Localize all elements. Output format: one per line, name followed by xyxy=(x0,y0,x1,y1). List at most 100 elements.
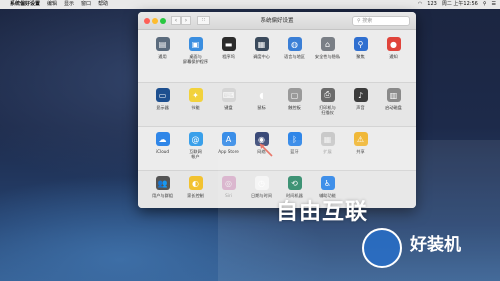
pane-notifications[interactable]: ● 通知 xyxy=(377,32,410,77)
pane-keyboard[interactable]: ⌨ 键盘 xyxy=(212,83,245,127)
pane-date-time[interactable]: ◷ 日期与时间 xyxy=(245,171,278,208)
menu-window[interactable]: 窗口 xyxy=(81,0,91,9)
pane-energy[interactable]: ✦ 节能 xyxy=(179,83,212,127)
pane-label: 节能 xyxy=(191,105,200,110)
pane-label: 聚焦 xyxy=(356,54,365,59)
watermark-logo-icon xyxy=(362,228,402,268)
pane-printer[interactable]: ⎙ 打印机与 扫描仪 xyxy=(311,83,344,127)
users-icon: 👥 xyxy=(155,176,170,190)
internet-accounts-icon: @ xyxy=(188,132,203,146)
pane-label: App Store xyxy=(218,149,239,154)
pane-siri[interactable]: ◎ Siri xyxy=(212,171,245,208)
pane-security[interactable]: ⌂ 安全性与隐私 xyxy=(311,32,344,77)
annotation-arrow-icon xyxy=(259,143,273,157)
pane-label: 扩展 xyxy=(323,149,332,154)
pane-displays[interactable]: ▭ 显示器 xyxy=(146,83,179,127)
spotlight-menu-icon[interactable]: ⚲ xyxy=(483,0,487,9)
printer-icon: ⎙ xyxy=(320,88,335,102)
dock-icon: ▬ xyxy=(221,37,236,51)
title-bar: ‹ › ∷ 系统偏好设置 ⚲ 搜索 xyxy=(138,12,416,30)
pane-label: 语言与地区 xyxy=(284,54,305,59)
pane-sharing[interactable]: ⚠ 共享 xyxy=(344,127,377,171)
pane-row-1: ▤ 通用 ▣ 桌面与 屏幕保护程序 ▬ 程序坞 ▦ 调度中心 ◍ 语言与地区 ⌂ 安全性与隐私 ⚲ 聚焦 ●… xyxy=(138,32,416,77)
sharing-icon: ⚠ xyxy=(353,132,368,146)
trackpad-icon: ▢ xyxy=(287,88,302,102)
menu-help[interactable]: 帮助 xyxy=(98,0,108,9)
control-menu-icon[interactable]: ☰ xyxy=(492,0,496,9)
pane-general[interactable]: ▤ 通用 xyxy=(146,32,179,77)
pane-label: 桌面与 屏幕保护程序 xyxy=(182,54,209,64)
language-icon: ◍ xyxy=(287,37,302,51)
pane-parental-controls[interactable]: ◐ 家长控制 xyxy=(179,171,212,208)
pane-label: 触控板 xyxy=(288,105,301,110)
search-input[interactable]: ⚲ 搜索 xyxy=(352,16,410,26)
pane-label: 用户与群组 xyxy=(152,193,173,198)
pane-dock[interactable]: ▬ 程序坞 xyxy=(212,32,245,77)
pane-bluetooth[interactable]: ᛒ 蓝牙 xyxy=(278,127,311,171)
menu-bar: 系统偏好设置 编辑 显示 窗口 帮助 ◠ 123 周二 上午12:56 ⚲ ☰ xyxy=(0,0,500,9)
pane-label: 蓝牙 xyxy=(290,149,299,154)
pane-label: 鼠标 xyxy=(257,105,266,110)
pane-sound[interactable]: ♪ 声音 xyxy=(344,83,377,127)
desktop-icon: ▣ xyxy=(188,37,203,51)
time-machine-icon: ⟲ xyxy=(287,176,302,190)
pane-desktop[interactable]: ▣ 桌面与 屏幕保护程序 xyxy=(179,32,212,77)
keyboard-icon: ⌨ xyxy=(221,88,236,102)
extensions-icon: ▦ xyxy=(320,132,335,146)
pane-label: 打印机与 扫描仪 xyxy=(319,105,336,115)
system-preferences-window: ‹ › ∷ 系统偏好设置 ⚲ 搜索 ▤ 通用 ▣ 桌面与 屏幕保护程序 ▬ 程序坞 ▦ 调度中… xyxy=(138,12,416,208)
pane-icloud[interactable]: ☁ iCloud xyxy=(146,127,179,171)
startup-disk-icon: ▥ xyxy=(386,88,401,102)
pane-trackpad[interactable]: ▢ 触控板 xyxy=(278,83,311,127)
pane-label: 通用 xyxy=(158,54,167,59)
pane-internet-accounts[interactable]: @ 互联网 帐户 xyxy=(179,127,212,171)
watermark-top: 自由互联 xyxy=(276,200,369,225)
pane-users[interactable]: 👥 用户与群组 xyxy=(146,171,179,208)
pane-label: 安全性与隐私 xyxy=(314,54,341,59)
app-store-icon: A xyxy=(221,132,236,146)
wifi-icon[interactable]: ◠ xyxy=(418,0,422,9)
bluetooth-icon: ᛒ xyxy=(287,132,302,146)
pane-label: 键盘 xyxy=(224,105,233,110)
menu-app-name[interactable]: 系统偏好设置 xyxy=(10,0,40,9)
pane-extensions[interactable]: ▦ 扩展 xyxy=(311,127,344,171)
pane-label: Siri xyxy=(225,193,232,198)
pane-label: 启动磁盘 xyxy=(385,105,402,110)
input-source[interactable]: 123 xyxy=(427,0,437,9)
spotlight-icon: ⚲ xyxy=(353,37,368,51)
mouse-icon: ◖ xyxy=(254,88,269,102)
mission-control-icon: ▦ xyxy=(254,37,269,51)
pane-mouse[interactable]: ◖ 鼠标 xyxy=(245,83,278,127)
pane-label: 显示器 xyxy=(156,105,169,110)
pane-spotlight[interactable]: ⚲ 聚焦 xyxy=(344,32,377,77)
search-placeholder: 搜索 xyxy=(362,18,373,24)
pane-label: 声音 xyxy=(356,105,365,110)
menu-view[interactable]: 显示 xyxy=(64,0,74,9)
security-icon: ⌂ xyxy=(320,37,335,51)
pane-label: 家长控制 xyxy=(187,193,204,198)
pane-label: 调度中心 xyxy=(253,54,270,59)
pane-label: 日期与时间 xyxy=(251,193,272,198)
pane-label: 程序坞 xyxy=(222,54,235,59)
pane-label: 互联网 帐户 xyxy=(189,149,202,159)
energy-icon: ✦ xyxy=(188,88,203,102)
pane-label: 通知 xyxy=(389,54,398,59)
pane-label: 共享 xyxy=(356,149,365,154)
sound-icon: ♪ xyxy=(353,88,368,102)
pane-mission-control[interactable]: ▦ 调度中心 xyxy=(245,32,278,77)
clock[interactable]: 周二 上午12:56 xyxy=(442,0,478,9)
pane-startup-disk[interactable]: ▥ 启动磁盘 xyxy=(377,83,410,127)
menu-extras: ◠ 123 周二 上午12:56 ⚲ ☰ xyxy=(418,0,496,9)
pane-row-3: ☁ iCloud @ 互联网 帐户 A App Store ◉ 网络 ᛒ 蓝牙 ▦ 扩展 ⚠ 共享 xyxy=(138,126,416,171)
general-icon: ▤ xyxy=(155,37,170,51)
pane-label: iCloud xyxy=(155,149,170,154)
pane-row-2: ▭ 显示器 ✦ 节能 ⌨ 键盘 ◖ 鼠标 ▢ 触控板 ⎙ 打印机与 扫描仪 ♪ 声音 ▥ 启动磁盘 xyxy=(138,82,416,127)
date-time-icon: ◷ xyxy=(254,176,269,190)
parental-controls-icon: ◐ xyxy=(188,176,203,190)
pane-language[interactable]: ◍ 语言与地区 xyxy=(278,32,311,77)
icloud-icon: ☁ xyxy=(155,132,170,146)
pane-app-store[interactable]: A App Store xyxy=(212,127,245,171)
notifications-icon: ● xyxy=(386,37,401,51)
displays-icon: ▭ xyxy=(155,88,170,102)
menu-edit[interactable]: 编辑 xyxy=(47,0,57,9)
